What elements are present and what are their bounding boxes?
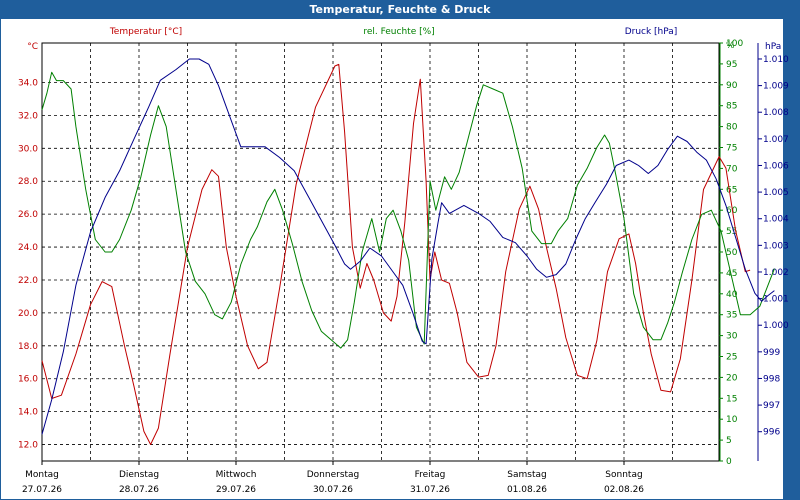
hum-tick-label: 85 <box>726 102 737 112</box>
hum-unit: % <box>726 41 735 51</box>
press-tick-label: 1.002 <box>763 268 789 278</box>
press-series-label: Druck [hPa] <box>625 27 678 37</box>
x-day-label: Freitag <box>415 470 446 480</box>
temp-tick-label: 20.0 <box>18 309 38 319</box>
press-tick-label: 1.003 <box>763 241 789 251</box>
x-date-label: 28.07.26 <box>119 485 159 495</box>
hum-tick-label: 10 <box>726 415 738 425</box>
press-tick-label: 996 <box>763 428 780 438</box>
temp-tick-label: 28.0 <box>18 177 38 187</box>
temp-tick-label: 24.0 <box>18 243 38 253</box>
hum-tick-label: 20 <box>726 373 738 383</box>
temp-tick-label: 34.0 <box>18 78 38 88</box>
x-day-label: Donnerstag <box>307 470 360 480</box>
press-tick-label: 1.008 <box>763 108 789 118</box>
hum-tick-label: 30 <box>726 332 738 342</box>
press-tick-label: 1.004 <box>763 215 789 225</box>
hum-tick-label: 75 <box>726 144 737 154</box>
temp-tick-label: 32.0 <box>18 111 38 121</box>
temp-tick-label: 26.0 <box>18 210 38 220</box>
temp-tick-label: 16.0 <box>18 375 38 385</box>
press-unit: hPa <box>765 42 781 52</box>
chart-window: Temperatur, Feuchte & Druck 12.0 14.0 16.0… <box>0 0 800 500</box>
hum-tick-label: 80 <box>726 123 738 133</box>
temp-tick-label: 22.0 <box>18 276 38 286</box>
temp-series-label: Temperatur [°C] <box>109 27 182 37</box>
press-tick-label: 998 <box>763 374 780 384</box>
x-date-label: 01.08.26 <box>507 485 547 495</box>
x-day-label: Montag <box>25 470 59 480</box>
x-date-label: 02.08.26 <box>604 485 644 495</box>
hum-tick-label: 90 <box>726 81 738 91</box>
plot-area <box>41 42 720 462</box>
press-tick-label: 997 <box>763 401 780 411</box>
press-tick-label: 1.005 <box>763 188 789 198</box>
x-day-label: Mittwoch <box>216 470 257 480</box>
x-date-label: 29.07.26 <box>216 485 256 495</box>
hum-tick-label: 95 <box>726 60 737 70</box>
x-date-label: 30.07.26 <box>313 485 353 495</box>
temp-tick-label: 12.0 <box>18 441 38 451</box>
press-tick-label: 1.006 <box>763 161 789 171</box>
chart-svg: 12.0 14.0 16.0 18.0 20.0 22.0 24.0 26.0 28.0 30.0… <box>18 27 789 495</box>
hum-tick-label: 50 <box>726 248 738 258</box>
press-tick-label: 1.010 <box>763 55 789 65</box>
hum-tick-label: 70 <box>726 164 738 174</box>
x-day-label: Dienstag <box>119 470 159 480</box>
press-tick-label: 1.007 <box>763 135 789 145</box>
press-tick-label: 1.000 <box>763 321 789 331</box>
hum-tick-label: 15 <box>726 394 737 404</box>
press-tick-label: 1.009 <box>763 82 789 92</box>
temp-tick-label: 18.0 <box>18 342 38 352</box>
press-tick-label: 999 <box>763 348 780 358</box>
x-date-label: 27.07.26 <box>22 485 62 495</box>
hum-tick-label: 65 <box>726 185 737 195</box>
x-day-label: Sonntag <box>605 470 642 480</box>
x-day-label: Samstag <box>507 470 546 480</box>
hum-tick-label: 35 <box>726 311 737 321</box>
temp-tick-label: 30.0 <box>18 144 38 154</box>
x-date-label: 31.07.26 <box>410 485 450 495</box>
temp-unit: °C <box>27 42 38 52</box>
hum-tick-label: 5 <box>726 436 732 446</box>
hum-series-label: rel. Feuchte [%] <box>363 27 434 37</box>
hum-tick-label: 0 <box>726 457 732 467</box>
hum-tick-label: 25 <box>726 353 737 363</box>
temp-tick-label: 14.0 <box>18 408 38 418</box>
